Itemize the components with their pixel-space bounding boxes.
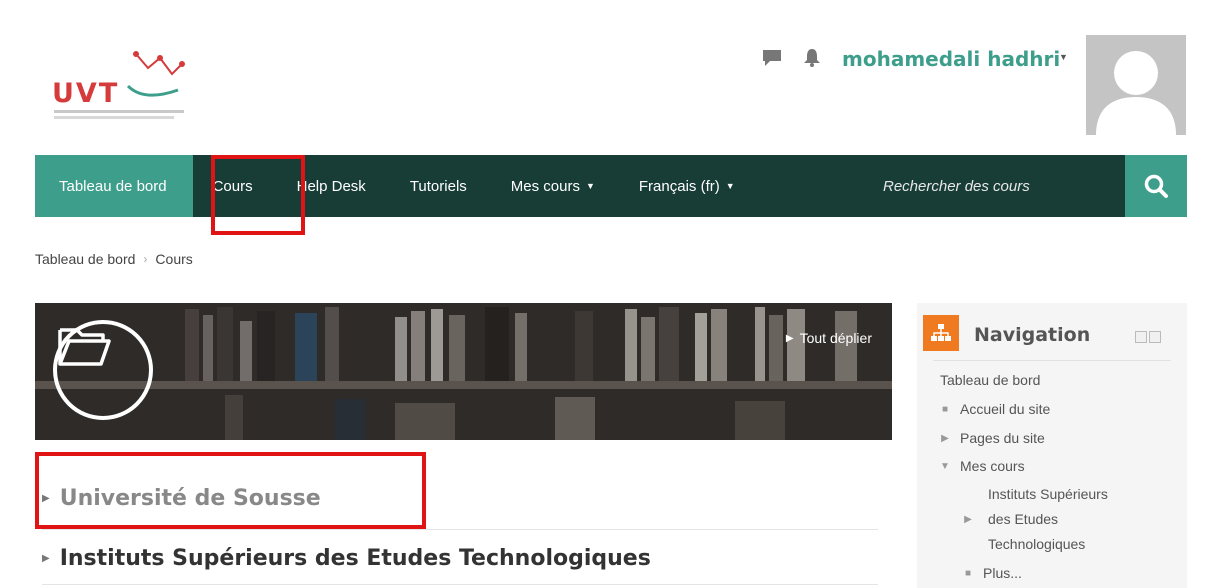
expand-all-link[interactable]: ▶ Tout déplier (786, 330, 872, 346)
avatar[interactable] (1086, 35, 1186, 135)
header-icons (762, 48, 822, 68)
nav-item-label: Tutoriels (409, 177, 467, 195)
logo-subtitle-line (54, 116, 174, 119)
category-item[interactable]: ▶ Instituts Supérieurs des Etudes Techno… (42, 546, 651, 571)
chevron-right-icon: ▶ (785, 332, 794, 344)
block-title: Navigation (974, 324, 1091, 346)
nav-item-label: Help Desk (296, 177, 366, 195)
nav-tree-label: Plus... (983, 565, 1022, 581)
user-silhouette-icon (1096, 51, 1176, 135)
divider (42, 584, 878, 585)
nav-tree-item-site-home[interactable]: ■ Accueil du site (940, 401, 1050, 417)
nav-tree-item-more[interactable]: ■ Plus... (963, 565, 1022, 581)
nav-item-my-courses[interactable]: Mes cours ▼ (489, 155, 617, 217)
main-navbar: Tableau de bord Cours Help Desk Tutoriel… (35, 155, 1187, 217)
nav-tree-label: Tableau de bord (940, 372, 1041, 388)
highlight-box (35, 452, 426, 529)
nav-tree-label: Pages du site (960, 430, 1045, 446)
nav-item-dashboard[interactable]: Tableau de bord (35, 155, 193, 217)
block-controls (1135, 331, 1161, 343)
chevron-right-icon: › (143, 252, 148, 266)
dock-icon[interactable] (1149, 331, 1161, 343)
highlight-box (211, 155, 305, 235)
collapse-icon[interactable] (1135, 331, 1147, 343)
caret-down-icon[interactable]: ▼ (1059, 52, 1068, 62)
nav-item-language[interactable]: Français (fr) ▼ (617, 155, 757, 217)
chevron-right-icon: ▶ (941, 432, 949, 444)
nav-tree-item-iset[interactable]: ▶ des Etudes (963, 511, 1058, 527)
nav-tree-item-label-line[interactable]: Instituts Supérieurs (988, 486, 1108, 502)
nav-tree-label: des Etudes (988, 511, 1059, 527)
course-search (883, 155, 1187, 217)
divider (42, 529, 878, 530)
chevron-right-icon: ▶ (42, 553, 50, 564)
nav-tree-label: Instituts Supérieurs (988, 486, 1108, 502)
nav-tree-label: Technologiques (988, 536, 1086, 552)
nav-tree-label: Mes cours (960, 458, 1025, 474)
caret-down-icon: ▼ (585, 181, 595, 191)
user-menu-name[interactable]: mohamedali hadhri (842, 47, 1060, 71)
divider (933, 360, 1171, 361)
chevron-down-icon: ▼ (940, 460, 950, 472)
chevron-right-icon: ▶ (964, 513, 972, 525)
breadcrumb-item-courses[interactable]: Cours (155, 251, 192, 267)
logo-subtitle-line (54, 110, 184, 113)
nav-item-tutorials[interactable]: Tutoriels (388, 155, 489, 217)
nav-tree-item-my-courses[interactable]: ▼ Mes cours (940, 458, 1025, 474)
category-label: Instituts Supérieurs des Etudes Technolo… (59, 546, 651, 571)
nav-tree-item-dashboard[interactable]: Tableau de bord (940, 372, 1040, 388)
caret-down-icon: ▼ (725, 181, 735, 191)
nav-item-label: Mes cours (510, 177, 580, 195)
nav-item-label: Tableau de bord (59, 177, 167, 195)
bullet-icon: ■ (964, 567, 972, 579)
navigation-block: Navigation Tableau de bord ■ Accueil du … (917, 303, 1187, 588)
breadcrumb: Tableau de bord › Cours (35, 251, 193, 267)
category-banner: ▶ Tout déplier (35, 303, 892, 440)
search-button[interactable] (1125, 155, 1187, 217)
bell-icon[interactable] (802, 48, 822, 68)
bookshelf-image (35, 303, 892, 440)
search-icon (1144, 174, 1168, 198)
bullet-icon: ■ (941, 403, 949, 415)
nav-tree-item-label-line[interactable]: Technologiques (988, 536, 1085, 552)
uvt-logo[interactable]: UVT (48, 44, 190, 126)
nav-tree-item-site-pages[interactable]: ▶ Pages du site (940, 430, 1045, 446)
nav-item-label: Français (fr) (638, 177, 720, 195)
search-input[interactable] (883, 177, 1123, 195)
nav-tree-label: Accueil du site (960, 401, 1051, 417)
message-icon[interactable] (762, 48, 782, 68)
logo-text: UVT (52, 78, 120, 109)
sitemap-icon (923, 315, 959, 351)
expand-all-label: Tout déplier (799, 330, 872, 346)
folder-icon (53, 320, 153, 420)
breadcrumb-item-dashboard[interactable]: Tableau de bord (35, 251, 135, 267)
